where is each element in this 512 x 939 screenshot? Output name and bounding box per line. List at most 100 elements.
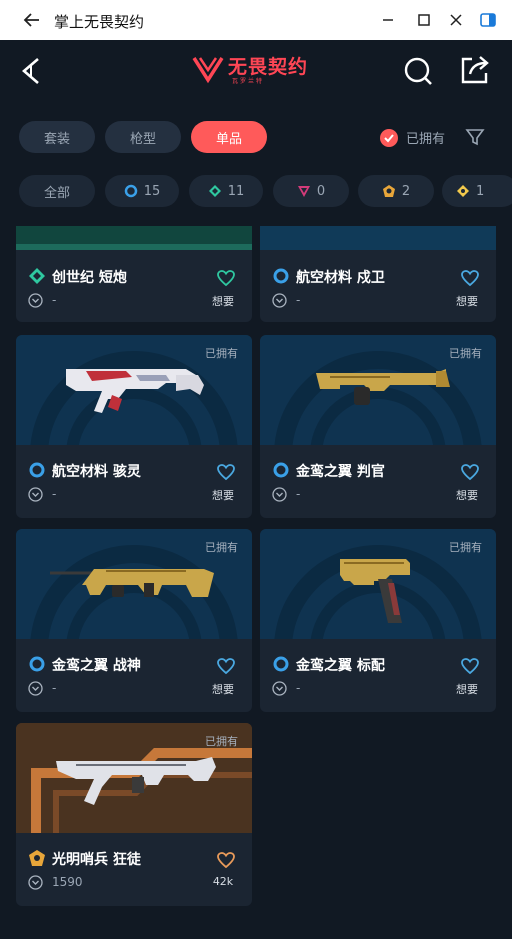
chip-select-tier[interactable]: 15 — [105, 175, 179, 207]
owned-filter-toggle[interactable]: 已拥有 — [380, 128, 445, 147]
want-count: 想要 — [456, 683, 478, 696]
chip-label: 11 — [227, 183, 245, 199]
skin-name: 航空材料 骇灵 — [52, 464, 141, 480]
owned-tag: 已拥有 — [205, 735, 238, 748]
select-tier-icon — [29, 656, 45, 672]
select-tier-icon — [29, 462, 45, 478]
chip-label: 0 — [316, 183, 326, 199]
skin-price: - — [296, 681, 301, 695]
chip-exclusive-tier[interactable]: 2 — [358, 175, 434, 207]
skin-price: - — [52, 293, 57, 307]
radianite-icon — [272, 487, 287, 502]
exclusive-tier-icon — [29, 850, 45, 866]
chip-deluxe-tier[interactable]: 11 — [189, 175, 263, 207]
minimize-icon[interactable] — [378, 10, 398, 30]
want-count: 想要 — [456, 489, 478, 502]
heart-icon[interactable] — [216, 463, 236, 481]
card-image: 已拥有 — [260, 335, 496, 445]
skin-price: 1590 — [52, 875, 83, 889]
radianite-icon — [28, 681, 43, 696]
valorant-logo-icon — [192, 57, 224, 84]
tab-bundles[interactable]: 套装 — [19, 121, 95, 153]
arrow-left-icon[interactable] — [22, 10, 42, 30]
skin-card[interactable]: 已拥有 金鸾之翼 标配 - 想要 — [260, 529, 496, 712]
card-image: 已拥有 — [16, 723, 252, 833]
want-count: 42k — [212, 875, 234, 888]
ultra-tier-icon — [457, 185, 469, 197]
want-count: 想要 — [212, 489, 234, 502]
select-tier-icon — [273, 462, 289, 478]
want-count: 想要 — [212, 683, 234, 696]
skin-name: 金鸾之翼 判官 — [296, 464, 385, 480]
skin-price: - — [52, 487, 57, 501]
card-image — [260, 226, 496, 250]
chip-premium-tier[interactable]: 0 — [273, 175, 349, 207]
select-tier-icon — [124, 184, 137, 198]
skin-name: 金鸾之翼 战神 — [52, 658, 141, 674]
chip-label: 全部 — [43, 185, 70, 201]
skin-card[interactable]: 创世纪 短炮 - 想要 — [16, 226, 252, 322]
skin-name: 航空材料 戍卫 — [296, 270, 385, 286]
logo-subtext: 瓦罗兰特 — [232, 78, 265, 85]
card-image: 已拥有 — [260, 529, 496, 639]
filter-icon[interactable] — [464, 126, 486, 148]
radianite-icon — [28, 875, 43, 890]
skin-name: 金鸾之翼 标配 — [296, 658, 385, 674]
maximize-icon[interactable] — [414, 10, 434, 30]
sidebar-toggle-icon[interactable] — [478, 10, 498, 30]
deluxe-tier-icon — [208, 185, 221, 197]
radianite-icon — [28, 293, 43, 308]
skin-price: - — [296, 293, 301, 307]
card-image — [16, 226, 252, 250]
want-count: 想要 — [456, 295, 478, 308]
skin-card[interactable]: 航空材料 戍卫 - 想要 — [260, 226, 496, 322]
skin-card[interactable]: 已拥有 金鸾之翼 战神 - 想要 — [16, 529, 252, 712]
card-image: 已拥有 — [16, 529, 252, 639]
skin-card[interactable]: 已拥有 光明哨兵 狂徒 1590 42k — [16, 723, 252, 906]
owned-tag: 已拥有 — [205, 347, 238, 360]
heart-icon[interactable] — [460, 657, 480, 675]
checkmark-icon[interactable] — [380, 128, 398, 147]
premium-tier-icon — [297, 186, 310, 197]
owned-tag: 已拥有 — [205, 541, 238, 554]
window-titlebar: 掌上无畏契约 — [0, 0, 512, 40]
heart-icon[interactable] — [460, 269, 480, 287]
chip-all[interactable]: 全部 — [19, 175, 95, 207]
tab-items[interactable]: 单品 — [191, 121, 267, 153]
chip-label: 2 — [401, 183, 411, 199]
exclusive-tier-icon — [382, 185, 395, 197]
heart-icon[interactable] — [460, 463, 480, 481]
heart-icon[interactable] — [216, 657, 236, 675]
skin-card[interactable]: 已拥有 金鸾之翼 判官 - 想要 — [260, 335, 496, 518]
logo: 无畏契约 瓦罗兰特 — [192, 52, 324, 86]
deluxe-tier-icon — [29, 268, 45, 284]
tab-weapon-types[interactable]: 枪型 — [105, 121, 181, 153]
chip-label: 15 — [143, 183, 161, 199]
skin-price: - — [296, 487, 301, 501]
search-icon[interactable] — [402, 55, 434, 87]
heart-icon[interactable] — [216, 269, 236, 287]
radianite-icon — [272, 293, 287, 308]
chevron-left-icon[interactable] — [18, 56, 44, 86]
share-icon[interactable] — [458, 54, 492, 86]
skin-name: 创世纪 短炮 — [52, 270, 127, 286]
radianite-icon — [28, 487, 43, 502]
want-count: 想要 — [212, 295, 234, 308]
skin-card[interactable]: 已拥有 航空材料 骇灵 - 想要 — [16, 335, 252, 518]
logo-text: 无畏契约 — [228, 56, 309, 78]
card-image: 已拥有 — [16, 335, 252, 445]
radianite-icon — [272, 681, 287, 696]
skin-price: - — [52, 681, 57, 695]
window-title: 掌上无畏契约 — [54, 13, 145, 31]
skin-name: 光明哨兵 狂徒 — [52, 852, 141, 868]
close-icon[interactable] — [446, 10, 466, 30]
owned-tag: 已拥有 — [449, 541, 482, 554]
app-header: 无畏契约 瓦罗兰特 — [0, 40, 512, 106]
owned-filter-label: 已拥有 — [406, 132, 446, 147]
owned-tag: 已拥有 — [449, 347, 482, 360]
chip-ultra-tier[interactable]: 1 — [442, 175, 512, 207]
select-tier-icon — [273, 268, 289, 284]
select-tier-icon — [273, 656, 289, 672]
chip-label: 1 — [476, 183, 485, 199]
heart-icon[interactable] — [216, 851, 236, 869]
